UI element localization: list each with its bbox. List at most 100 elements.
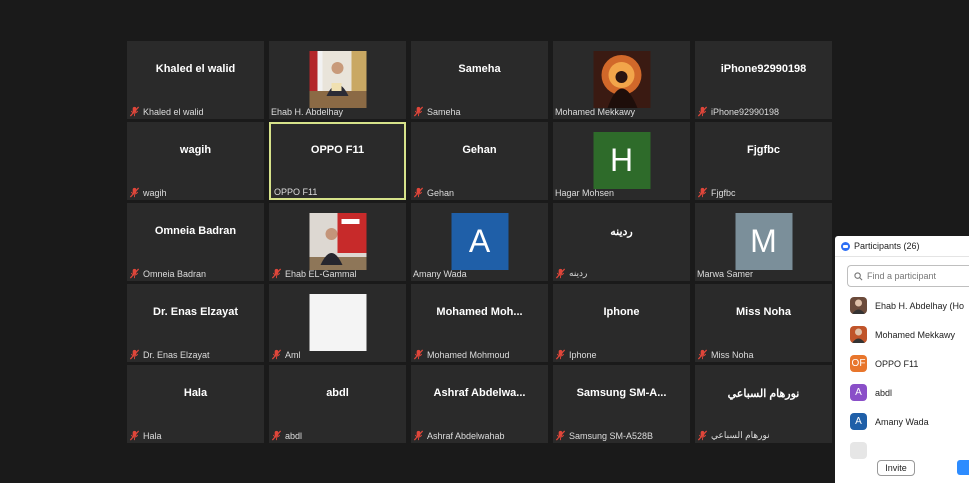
participant-tile[interactable]: Samsung SM-A... Samsung SM-A528B xyxy=(553,365,690,443)
participant-name-label: Hala xyxy=(129,430,162,441)
participant-list-name: Mohamed Mekkawy xyxy=(875,329,956,340)
participant-tile[interactable]: Fjgfbc Fjgfbc xyxy=(695,122,832,200)
participant-tile[interactable]: Hala Hala xyxy=(127,365,264,443)
participant-avatar: H xyxy=(593,132,650,189)
participant-tile[interactable]: iPhone92990198 iPhone92990198 xyxy=(695,41,832,119)
participant-tile[interactable]: A Amany Wada xyxy=(411,203,548,281)
participant-display-name: Gehan xyxy=(462,144,497,156)
search-icon xyxy=(854,271,863,280)
participant-name-label: Dr. Enas Elzayat xyxy=(129,349,210,360)
participant-name-label: wagih xyxy=(129,187,167,198)
participant-name-label: Aml xyxy=(271,349,301,360)
participant-display-name: Ashraf Abdelwa... xyxy=(433,387,526,399)
muted-mic-icon xyxy=(413,187,424,198)
participant-photo-icon xyxy=(850,326,867,343)
muted-mic-icon xyxy=(271,349,282,360)
participant-display-name: abdl xyxy=(326,387,349,399)
participant-name-label: Samsung SM-A528B xyxy=(555,430,653,441)
participant-list-name: OPPO F11 xyxy=(875,358,919,369)
participant-name: Hagar Mohsen xyxy=(555,188,615,198)
participant-name: Amany Wada xyxy=(413,269,467,279)
mute-all-button[interactable] xyxy=(957,460,969,475)
participant-name-label: abdl xyxy=(271,430,302,441)
participant-display-name: Iphone xyxy=(603,306,640,318)
participant-display-name: Fjgfbc xyxy=(747,144,780,156)
participant-row[interactable]: Ehab H. Abdelhay (Ho xyxy=(835,291,969,320)
participant-row[interactable]: OF OPPO F11 xyxy=(835,349,969,378)
muted-mic-icon xyxy=(129,187,140,198)
participant-tile[interactable]: Mohamed Mekkawy xyxy=(553,41,690,119)
participant-display-name: Mohamed Moh... xyxy=(436,306,523,318)
participant-tile[interactable]: M Marwa Samer xyxy=(695,203,832,281)
participant-name: wagih xyxy=(143,187,167,198)
muted-mic-icon xyxy=(413,430,424,441)
muted-mic-icon xyxy=(555,268,566,279)
participant-name: نورهام السباعي xyxy=(711,430,770,440)
participants-title: Participants (26) xyxy=(854,241,920,251)
participant-name: Ehab EL-Gammal xyxy=(285,268,357,279)
participant-tile[interactable]: Sameha Sameha xyxy=(411,41,548,119)
participant-name-label: Iphone xyxy=(555,349,597,360)
muted-mic-icon xyxy=(697,349,708,360)
participant-tile[interactable]: Mohamed Moh... Mohamed Mohmoud xyxy=(411,284,548,362)
participant-display-name: Hala xyxy=(183,387,208,399)
participant-tile[interactable]: Iphone Iphone xyxy=(553,284,690,362)
participant-name-label: iPhone92990198 xyxy=(697,106,779,117)
participant-name-label: Sameha xyxy=(413,106,461,117)
search-placeholder: Find a participant xyxy=(867,271,937,281)
participant-name: Fjgfbc xyxy=(711,187,736,198)
participant-name-label: نورهام السباعي xyxy=(697,430,770,441)
participant-row[interactable]: Mohamed Mekkawy xyxy=(835,320,969,349)
participant-tile[interactable]: Ehab H. Abdelhay xyxy=(269,41,406,119)
participant-tile[interactable]: abdl abdl xyxy=(269,365,406,443)
participant-name: ردينه xyxy=(569,268,588,278)
participant-avatar-icon: A xyxy=(850,413,867,430)
participant-name: Dr. Enas Elzayat xyxy=(143,349,210,360)
participant-display-name: OPPO F11 xyxy=(310,144,365,156)
participant-tile[interactable]: Khaled el walid Khaled el walid xyxy=(127,41,264,119)
participant-tile[interactable]: Miss Noha Miss Noha xyxy=(695,284,832,362)
participant-tile[interactable]: OPPO F11 OPPO F11 xyxy=(269,122,406,200)
participant-name: Samsung SM-A528B xyxy=(569,430,654,441)
participant-name-label: Gehan xyxy=(413,187,454,198)
participant-display-name: Dr. Enas Elzayat xyxy=(153,306,238,318)
muted-mic-icon xyxy=(271,268,282,279)
participant-row[interactable]: Aabdl xyxy=(835,378,969,407)
invite-button[interactable]: Invite xyxy=(877,460,915,476)
participant-name-label: Mohamed Mekkawy xyxy=(555,107,635,117)
participants-panel: Participants (26) Find a participant Eha… xyxy=(835,236,969,483)
participant-list-name: abdl xyxy=(875,387,893,398)
participant-tile[interactable]: Omneia Badran Omneia Badran xyxy=(127,203,264,281)
participant-photo xyxy=(309,294,366,351)
participant-tile[interactable]: Ehab EL-Gammal xyxy=(269,203,406,281)
muted-mic-icon xyxy=(555,349,566,360)
participant-row[interactable]: A Amany Wada xyxy=(835,407,969,436)
participant-name: Miss Noha xyxy=(711,349,754,360)
participant-photo xyxy=(309,213,366,270)
participant-list-name: Amany Wada xyxy=(875,416,929,427)
participant-display-name: Khaled el walid xyxy=(155,63,236,75)
participant-display-name: Miss Noha xyxy=(735,306,791,318)
participant-tile[interactable]: Gehan Gehan xyxy=(411,122,548,200)
participant-search-input[interactable]: Find a participant xyxy=(847,265,969,287)
participant-name-label: Ehab H. Abdelhay xyxy=(271,107,343,117)
participant-name: Ashraf Abdelwahab xyxy=(427,430,505,441)
participant-tile[interactable]: wagih wagih xyxy=(127,122,264,200)
participant-tile[interactable]: H Hagar Mohsen xyxy=(553,122,690,200)
participant-display-name: wagih xyxy=(179,144,212,156)
muted-mic-icon xyxy=(413,349,424,360)
muted-mic-icon xyxy=(697,106,708,117)
participant-tile[interactable]: Ashraf Abdelwa... Ashraf Abdelwahab xyxy=(411,365,548,443)
participant-display-name: Sameha xyxy=(458,63,501,75)
muted-mic-icon xyxy=(555,430,566,441)
participant-tile[interactable]: ردينه ردينه xyxy=(553,203,690,281)
participant-name-label: Hagar Mohsen xyxy=(555,188,614,198)
participant-tile[interactable]: Aml xyxy=(269,284,406,362)
muted-mic-icon xyxy=(413,106,424,117)
participant-tile[interactable]: Dr. Enas Elzayat Dr. Enas Elzayat xyxy=(127,284,264,362)
participant-tile[interactable]: نورهام السباعي نورهام السباعي xyxy=(695,365,832,443)
participant-list-name: Ehab H. Abdelhay (Ho xyxy=(875,300,965,311)
participant-avatar-icon xyxy=(850,442,867,459)
participant-name: Mohamed Mohmoud xyxy=(427,349,510,360)
participant-name-label: Mohamed Mohmoud xyxy=(413,349,510,360)
